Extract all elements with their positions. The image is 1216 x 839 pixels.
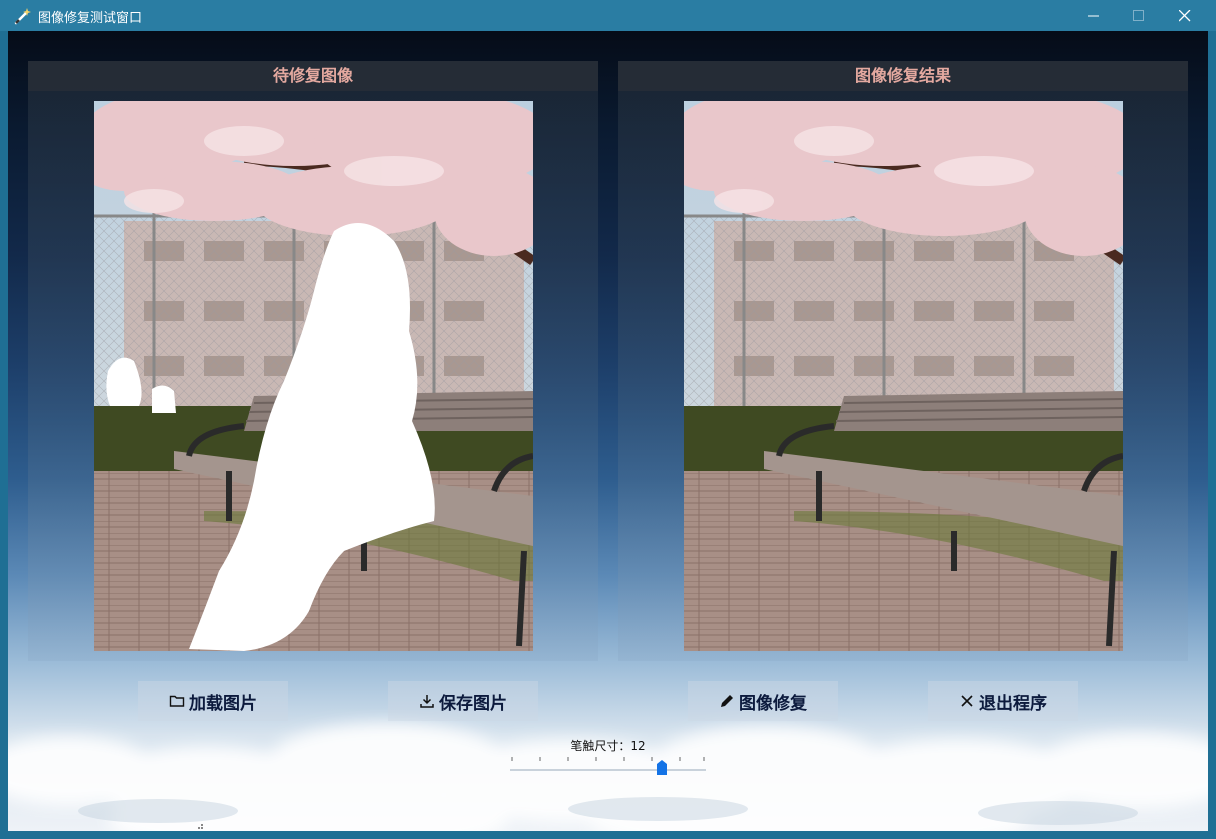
app-window: 图像修复测试窗口 待修复图像 图像修复结果 加载图片 保存图片 图像修复 退出程… — [0, 0, 1216, 839]
save-image-label: 保存图片 — [439, 693, 507, 714]
slider-track — [510, 769, 706, 771]
close-icon — [1179, 10, 1191, 22]
brush-size-slider[interactable] — [508, 756, 708, 782]
load-image-label: 加载图片 — [189, 693, 257, 714]
magic-wand-icon — [14, 8, 31, 25]
close-icon — [961, 695, 973, 707]
folder-icon — [169, 695, 185, 707]
result-panel-title: 图像修复结果 — [618, 61, 1188, 91]
source-image-canvas[interactable] — [94, 101, 533, 651]
load-image-button[interactable]: 加载图片 — [138, 681, 288, 721]
slider-thumb[interactable] — [657, 760, 667, 775]
source-image-panel: 待修复图像 — [28, 61, 598, 661]
maximize-button[interactable] — [1116, 0, 1162, 31]
source-panel-title: 待修复图像 — [28, 61, 598, 91]
minimize-button[interactable] — [1071, 0, 1117, 31]
slider-ticks — [511, 757, 705, 761]
client-area: 待修复图像 图像修复结果 加载图片 保存图片 图像修复 退出程序 笔触尺寸：12 — [8, 31, 1208, 831]
exit-label: 退出程序 — [979, 693, 1047, 714]
inpaint-button[interactable]: 图像修复 — [688, 681, 838, 721]
close-button[interactable] — [1162, 0, 1208, 31]
inpaint-label: 图像修复 — [739, 693, 807, 714]
save-image-button[interactable]: 保存图片 — [388, 681, 538, 721]
resize-grip-icon[interactable] — [195, 821, 205, 831]
exit-button[interactable]: 退出程序 — [928, 681, 1078, 721]
result-image-canvas — [684, 101, 1123, 651]
brush-size-label: 笔触尺寸：12 — [570, 739, 646, 753]
maximize-icon — [1133, 10, 1144, 21]
download-icon — [420, 695, 434, 708]
pencil-icon — [721, 695, 733, 707]
minimize-icon — [1088, 15, 1099, 17]
title-bar[interactable]: 图像修复测试窗口 — [0, 0, 1216, 31]
window-title: 图像修复测试窗口 — [38, 11, 143, 26]
result-image-panel: 图像修复结果 — [618, 61, 1188, 661]
